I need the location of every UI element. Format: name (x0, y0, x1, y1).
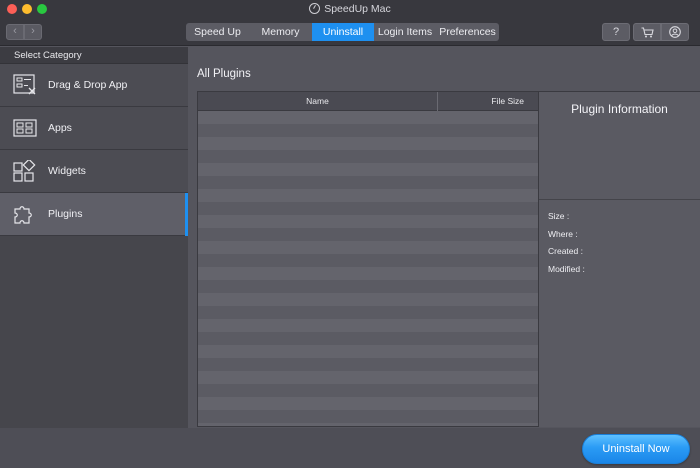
sidebar-item-widgets[interactable]: Widgets (0, 150, 188, 193)
column-header-file-size[interactable]: File Size (438, 92, 538, 111)
user-icon (669, 26, 681, 38)
window-title: SpeedUp Mac (0, 3, 700, 15)
info-created-label: Created : (548, 246, 583, 256)
info-fields: Size : Where : Created : Modified : (539, 200, 700, 280)
info-size-label: Size : (548, 211, 570, 221)
uninstall-now-button[interactable]: Uninstall Now (582, 434, 690, 464)
plugins-table: Name File Size (197, 91, 539, 427)
apps-icon (13, 119, 37, 137)
info-modified-label: Modified : (548, 263, 585, 274)
account-button[interactable] (661, 23, 689, 41)
sidebar-item-label: Widgets (48, 165, 86, 177)
help-icon: ? (612, 26, 620, 38)
info-panel-title: Plugin Information (571, 102, 668, 116)
column-header-name[interactable]: Name (198, 92, 438, 111)
forward-button[interactable]: › (24, 24, 42, 40)
tab-preferences[interactable]: Preferences (436, 23, 499, 41)
tab-login-items[interactable]: Login Items (374, 23, 436, 41)
category-sidebar: Select Category Drag & Drop App Apps Wid… (0, 47, 188, 428)
info-preview-area: Plugin Information (539, 92, 700, 200)
sidebar-item-label: Drag & Drop App (48, 79, 128, 91)
table-body[interactable] (198, 111, 538, 426)
drag-drop-icon (13, 74, 36, 95)
sidebar-header: Select Category (0, 47, 188, 64)
plugin-info-panel: Plugin Information Size : Where : Create… (539, 91, 700, 427)
puzzle-icon (14, 206, 32, 224)
info-where-label: Where : (548, 228, 578, 239)
sidebar-item-plugins[interactable]: Plugins (0, 193, 188, 236)
tab-memory[interactable]: Memory (249, 23, 312, 41)
sidebar-item-label: Plugins (48, 208, 83, 220)
widgets-icon (13, 160, 36, 182)
back-button[interactable]: ‹ (6, 24, 24, 40)
page-title: All Plugins (197, 68, 251, 80)
main-tabs: Speed Up Memory Uninstall Login Items Pr… (186, 23, 499, 41)
sidebar-item-label: Apps (48, 122, 72, 134)
chevron-left-icon: ‹ (13, 25, 17, 37)
title-bar: SpeedUp Mac ‹ › Speed Up Memory Uninstal… (0, 0, 700, 46)
help-button[interactable]: ? (602, 23, 630, 41)
cart-button[interactable] (633, 23, 661, 41)
sidebar-item-apps[interactable]: Apps (0, 107, 188, 150)
app-window: SpeedUp Mac ‹ › Speed Up Memory Uninstal… (0, 0, 700, 468)
cart-icon (641, 27, 654, 38)
speedometer-icon (309, 3, 321, 14)
table-header: Name File Size (198, 92, 538, 111)
chevron-right-icon: › (31, 25, 35, 37)
tab-speed-up[interactable]: Speed Up (186, 23, 249, 41)
sidebar-item-drag-drop-app[interactable]: Drag & Drop App (0, 64, 188, 107)
tab-uninstall[interactable]: Uninstall (312, 23, 374, 41)
